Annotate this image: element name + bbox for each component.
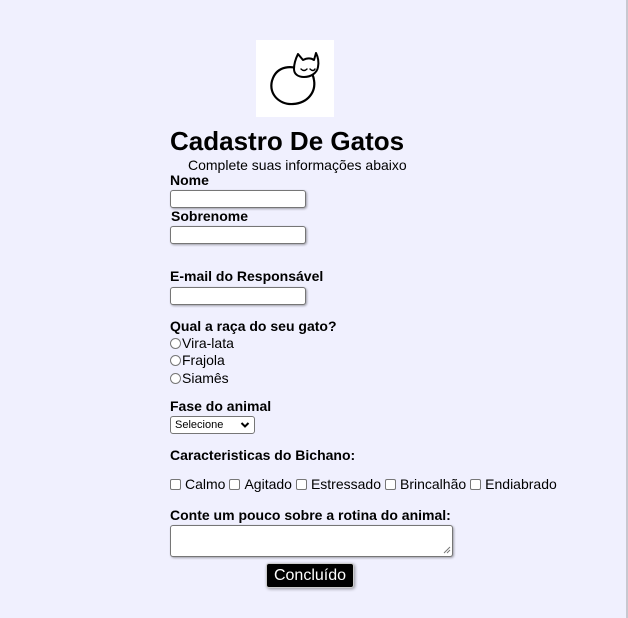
radio-siames[interactable]: Siamês: [170, 370, 229, 386]
caracteristicas-checkboxes: Calmo Agitado Estressado Brincalhão Endi…: [170, 476, 561, 492]
checkbox-label: Agitado: [244, 476, 292, 492]
checkbox-label: Estressado: [310, 476, 381, 492]
cat-logo: [256, 40, 334, 117]
rotina-label: Conte um pouco sobre a rotina do animal:: [170, 507, 451, 523]
page-subtitle: Complete suas informações abaixo: [188, 157, 407, 173]
checkbox[interactable]: [229, 478, 241, 490]
raca-label: Qual a raça do seu gato?: [170, 318, 337, 334]
checkbox-label: Calmo: [185, 476, 226, 492]
fase-select[interactable]: Selecione: [170, 416, 255, 434]
caracteristicas-label: Caracteristicas do Bichano:: [170, 447, 356, 463]
checkbox-estressado[interactable]: Estressado: [295, 476, 381, 492]
checkbox-brincalhao[interactable]: Brincalhão: [385, 476, 466, 492]
radio-label: Siamês: [182, 370, 229, 386]
fase-label: Fase do animal: [170, 398, 272, 414]
checkbox-label: Brincalhão: [400, 476, 467, 492]
radio-button[interactable]: [170, 354, 181, 366]
sobrenome-input[interactable]: [170, 226, 306, 244]
checkbox-agitado[interactable]: Agitado: [229, 476, 292, 492]
email-input[interactable]: [170, 287, 306, 305]
checkbox[interactable]: [385, 478, 396, 490]
checkbox-calmo[interactable]: Calmo: [170, 476, 225, 492]
chevron-down-icon: [240, 422, 250, 428]
email-label: E-mail do Responsável: [170, 268, 324, 284]
checkbox-label: Endiabrado: [485, 476, 557, 492]
sleeping-cat-icon: [270, 52, 320, 106]
sobrenome-label: Sobrenome: [171, 208, 249, 224]
nome-label: Nome: [170, 172, 209, 188]
submit-button[interactable]: Concluído: [266, 563, 354, 588]
page-title: Cadastro De Gatos: [170, 126, 405, 156]
radio-label: Vira-lata: [182, 335, 234, 351]
nome-input[interactable]: [170, 190, 306, 208]
rotina-textarea[interactable]: [170, 525, 453, 557]
radio-vira-lata[interactable]: Vira-lata: [170, 335, 234, 351]
radio-button[interactable]: [170, 337, 181, 349]
checkbox-endiabrado[interactable]: Endiabrado: [470, 476, 557, 492]
resize-grip-icon[interactable]: [443, 546, 451, 554]
radio-frajola[interactable]: Frajola: [170, 352, 225, 368]
checkbox[interactable]: [170, 478, 181, 490]
radio-button[interactable]: [170, 372, 181, 384]
checkbox[interactable]: [470, 478, 482, 490]
radio-label: Frajola: [182, 352, 225, 368]
checkbox[interactable]: [295, 478, 307, 490]
fase-selected-value: Selecione: [175, 419, 224, 431]
